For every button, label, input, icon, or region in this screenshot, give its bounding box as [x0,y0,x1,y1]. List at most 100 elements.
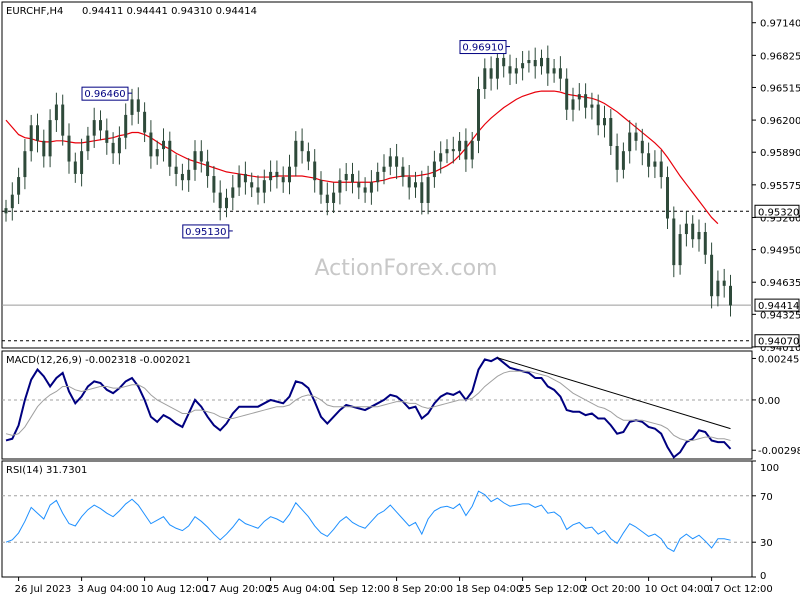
candle-body [4,208,8,214]
candle-body [130,99,134,115]
rsi-y-tick-label: 100 [760,463,779,474]
candle-body [666,177,669,219]
candle-body [634,132,638,141]
annotation-label: 0.95130 [185,227,226,238]
candle-body [558,68,562,79]
macd-y-tick-label: -0.00298 [758,446,800,457]
candle-body [552,68,556,74]
candle-body [439,153,443,162]
candle-body [105,130,109,143]
candle-body [357,182,361,188]
candle-body [117,137,121,154]
watermark: ActionForex.com [315,256,498,281]
candle-body [388,156,392,167]
ohlc-header: 0.94411 0.94441 0.94310 0.94414 [82,6,257,17]
candle-body [729,285,732,306]
candle-body [199,151,203,162]
candle-body [596,104,600,126]
price-y-tick-label: 0.94635 [760,278,800,289]
candle-body [590,104,594,108]
candle-body [426,177,430,203]
candle-body [659,161,663,178]
candle-body [716,280,720,297]
candle-body [73,161,77,174]
candle-body [300,140,304,152]
x-tick-label: 10 Oct 04:00 [645,584,710,595]
candle-body [401,166,405,178]
price-y-tick-label: 0.94950 [760,246,800,257]
rsi-y-tick-label: 0 [760,571,766,582]
candle-body [136,99,140,112]
candle-body [351,173,354,183]
rsi-y-tick-label: 70 [760,492,773,503]
candle-body [407,177,411,188]
candle-body [180,173,184,181]
rsi-y-tick-label: 30 [760,538,773,549]
candle-body [193,151,197,170]
candle-body [86,135,90,152]
candle-body [338,180,342,193]
candle-body [262,180,266,193]
candle-body [640,140,644,154]
candle-body [23,151,27,178]
candle-body [237,173,241,188]
candle-body [54,104,58,121]
annotation-label: 0.96460 [84,89,125,100]
candle-body [395,156,399,167]
candle-body [61,104,65,136]
candle-body [697,231,701,240]
x-tick-label: 2 Oct 20:00 [582,584,641,595]
candle-body [609,118,613,146]
candle-body [603,118,606,126]
x-tick-label: 10 Aug 12:00 [141,584,208,595]
candle-body [363,187,367,193]
candle-body [420,182,424,203]
price-y-tick-label: 0.96515 [760,83,800,94]
candle-body [502,57,506,67]
candle-body [464,140,468,160]
candle-body [546,57,550,74]
price-level-label: 0.94070 [758,337,799,348]
candle-body [10,194,14,209]
candle-body [382,166,386,172]
candle-body [495,57,499,79]
candle-body [621,151,625,170]
candle-body [584,94,588,108]
x-tick-label: 3 Aug 04:00 [78,584,139,595]
candle-body [376,171,380,183]
candle-body [414,182,417,188]
x-tick-label: 18 Sep 04:00 [456,584,523,595]
macd-y-tick-label: 0.00 [758,396,780,407]
candle-body [577,94,581,100]
candle-body [92,120,96,136]
x-tick-label: 17 Aug 20:00 [204,584,271,595]
candle-body [477,89,480,141]
candle-body [250,182,254,188]
candle-body [540,57,543,67]
price-title: EURCHF,H4 [6,6,63,17]
candle-body [42,140,46,157]
candle-body [533,60,537,67]
candle-body [225,197,228,209]
price-level-label: 0.95320 [758,207,799,218]
candle-body [269,171,273,181]
candle-body [678,234,682,266]
candle-body [445,149,449,154]
candle-body [168,140,172,167]
candle-body [99,120,102,131]
x-tick-label: 26 Jul 2023 [15,584,72,595]
candle-body [256,187,260,193]
candle-body [67,135,71,162]
candle-body [275,171,279,178]
price-y-tick-label: 0.97140 [760,19,800,30]
candle-body [432,161,436,178]
candle-body [369,182,373,193]
candle-body [17,177,21,195]
candle-body [187,169,191,181]
candle-body [143,111,147,133]
macd-y-tick-label: 0.002459 [758,354,800,365]
x-tick-label: 25 Sep 12:00 [519,584,586,595]
candle-body [174,166,178,174]
x-tick-label: 17 Oct 12:00 [708,584,773,595]
candle-body [48,120,52,157]
